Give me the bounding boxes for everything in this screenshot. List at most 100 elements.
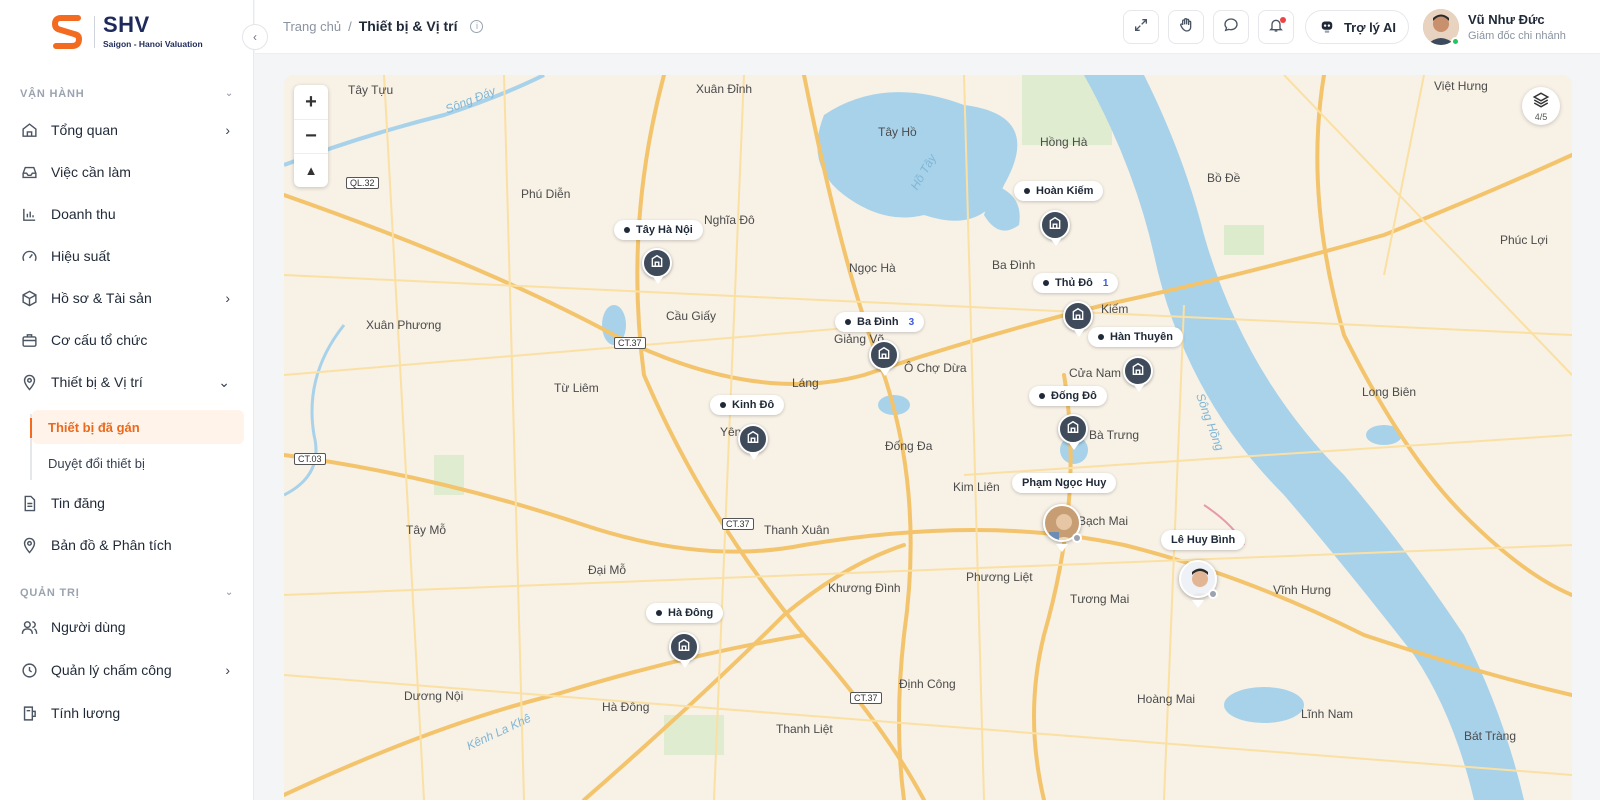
place-label: Đại Mỗ — [588, 563, 627, 577]
building-icon — [650, 254, 664, 273]
office-name: Tây Hà Nội — [636, 224, 693, 236]
submenu-item-assigned-devices[interactable]: Thiết bị đã gán — [32, 410, 244, 444]
breadcrumb-home[interactable]: Trang chủ — [283, 19, 341, 34]
status-dot — [1043, 280, 1049, 286]
sidebar-item-map-analytics[interactable]: Bản đồ & Phân tích — [20, 527, 238, 563]
place-label: Bát Tràng — [1464, 729, 1517, 743]
status-dot — [1208, 589, 1218, 599]
count-badge: 1 — [1102, 277, 1109, 289]
staff-label-chip[interactable]: Lê Huy Bình — [1161, 530, 1246, 550]
inbox-icon — [20, 163, 38, 181]
compass-button[interactable]: ▲ — [294, 153, 328, 187]
brand-name: SHV — [103, 12, 150, 37]
chevron-down-icon: ⌄ — [224, 88, 234, 99]
submenu-item-device-change-approval[interactable]: Duyệt đổi thiết bị — [32, 446, 244, 480]
layers-count: 4/5 — [1534, 111, 1548, 122]
map-zoom-controls: + − ▲ — [294, 85, 328, 187]
top-header: Trang chủ / Thiết bị & Vị trí i Trợ lý A… — [255, 0, 1600, 54]
sidebar-item-label: Tính lương — [51, 705, 121, 721]
place-label: Tây Tựu — [348, 83, 394, 97]
office-label-chip[interactable]: Hà Đông — [646, 603, 724, 623]
staff-name: Lê Huy Bình — [1171, 534, 1236, 546]
office-label-chip[interactable]: Hàn Thuyên — [1088, 327, 1183, 347]
messages-button[interactable] — [1213, 10, 1249, 44]
office-marker[interactable] — [1040, 210, 1070, 246]
gauge-icon — [20, 247, 38, 265]
office-name: Đống Đô — [1051, 390, 1097, 402]
section-label-text: VẬN HÀNH — [20, 88, 85, 100]
place-label: Kim Liên — [953, 480, 1000, 494]
online-status-dot — [1451, 37, 1460, 46]
road-shield: CT.37 — [722, 518, 754, 530]
sidebar-item-devices-location[interactable]: Thiết bị & Vị trí ⌄ — [20, 364, 238, 400]
bar-chart-icon — [20, 205, 38, 223]
zoom-in-button[interactable]: + — [294, 85, 328, 119]
sidebar-collapse-button[interactable]: ‹ — [242, 24, 268, 50]
building-icon — [677, 638, 691, 657]
office-marker[interactable] — [669, 632, 699, 668]
place-label: Ngọc Hà — [849, 261, 896, 275]
office-marker[interactable] — [869, 340, 899, 376]
zoom-out-button[interactable]: − — [294, 119, 328, 153]
document-icon — [20, 494, 38, 512]
place-label: Thanh Xuân — [764, 523, 830, 537]
office-marker[interactable] — [738, 424, 768, 460]
office-marker[interactable] — [1123, 356, 1153, 392]
place-label: Hoàng Mai — [1137, 692, 1196, 706]
status-dot — [624, 227, 630, 233]
office-label-chip[interactable]: Thủ Đô 1 — [1033, 273, 1119, 293]
users-icon — [20, 618, 38, 636]
sidebar-item-label: Hiệu suất — [51, 248, 111, 264]
sidebar-item-todo[interactable]: Việc cần làm — [20, 154, 238, 190]
road-shield: CT.37 — [614, 337, 646, 349]
device-location-map[interactable]: Tây Tựu Xuân Đỉnh Tây Hồ Hồng Hà Việt Hư… — [284, 75, 1572, 800]
office-marker[interactable] — [642, 248, 672, 284]
office-label-chip[interactable]: Hoàn Kiếm — [1014, 181, 1104, 201]
office-marker[interactable] — [1063, 301, 1093, 337]
place-label: Bà Trưng — [1089, 428, 1140, 442]
staff-label-chip[interactable]: Phạm Ngọc Huy — [1012, 473, 1117, 493]
section-label-admin[interactable]: QUẢN TRỊ ⌄ — [20, 587, 234, 599]
layers-button[interactable]: 4/5 — [1522, 87, 1560, 125]
office-label-chip[interactable]: Kinh Đô — [710, 395, 785, 415]
office-label-chip[interactable]: Đống Đô — [1029, 386, 1107, 406]
status-dot — [656, 610, 662, 616]
place-label: Láng — [792, 376, 819, 390]
user-menu[interactable]: Vũ Như Đức Giám đốc chi nhánh — [1423, 9, 1566, 46]
office-label-chip[interactable]: Ba Đình 3 — [835, 312, 925, 332]
sidebar-item-payroll[interactable]: Tính lương — [20, 695, 238, 731]
sidebar-item-label: Quản lý chấm công — [51, 662, 172, 678]
chevron-right-icon: › — [225, 662, 230, 678]
hand-button[interactable] — [1168, 10, 1204, 44]
status-dot — [1072, 533, 1082, 543]
info-icon[interactable]: i — [470, 19, 484, 33]
chevron-down-icon: ⌄ — [224, 587, 234, 598]
expand-icon — [1133, 17, 1149, 38]
page-title: Thiết bị & Vị trí — [358, 18, 458, 34]
sidebar-item-attendance[interactable]: Quản lý chấm công › — [20, 652, 238, 688]
sidebar-item-revenue[interactable]: Doanh thu — [20, 196, 238, 232]
road-shield: CT.37 — [850, 692, 882, 704]
place-label: Cầu Giấy — [666, 309, 717, 323]
place-label: Hà Đông — [602, 700, 650, 714]
sidebar-item-overview[interactable]: Tổng quan › — [20, 112, 238, 148]
sidebar-item-performance[interactable]: Hiệu suất — [20, 238, 238, 274]
sidebar-item-records-assets[interactable]: Hồ sơ & Tài sản › — [20, 280, 238, 316]
fullscreen-button[interactable] — [1123, 10, 1159, 44]
section-label-operations[interactable]: VẬN HÀNH ⌄ — [20, 88, 234, 100]
office-label-chip[interactable]: Tây Hà Nội — [614, 220, 703, 240]
place-label: Xuân Phương — [366, 318, 442, 332]
robot-icon — [1318, 17, 1336, 38]
notifications-button[interactable] — [1258, 10, 1294, 44]
sidebar-item-label: Tổng quan — [51, 122, 118, 138]
sidebar-item-listings[interactable]: Tin đăng — [20, 485, 238, 521]
payroll-icon — [20, 704, 38, 722]
brand-logo[interactable]: SHV Saigon - Hanoi Valuation — [51, 12, 203, 49]
sidebar-item-users[interactable]: Người dùng — [20, 609, 238, 645]
office-marker[interactable] — [1058, 414, 1088, 450]
sidebar-item-org-structure[interactable]: Cơ cấu tổ chức — [20, 322, 238, 358]
ai-assistant-button[interactable]: Trợ lý AI — [1305, 10, 1409, 44]
place-label: Từ Liêm — [554, 381, 599, 395]
office-name: Ba Đình — [857, 316, 899, 328]
place-label: Khương Đình — [828, 581, 901, 595]
